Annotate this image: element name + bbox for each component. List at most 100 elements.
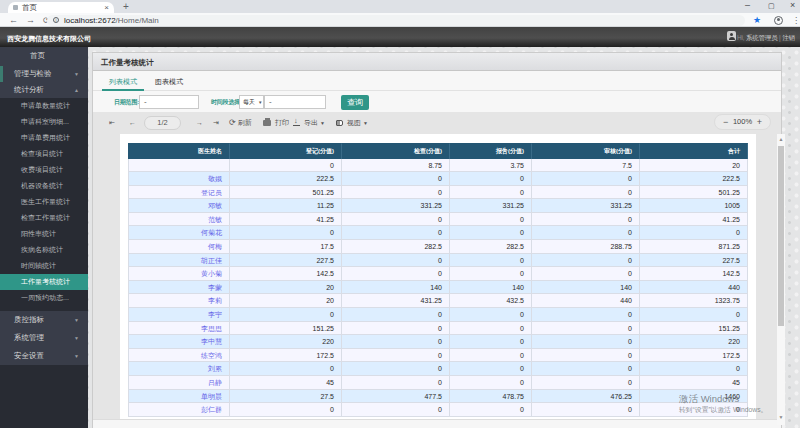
- table-row: 吕静4500045: [128, 376, 748, 390]
- tab-chart-mode[interactable]: 图表模式: [148, 72, 190, 91]
- table-cell: 0: [230, 362, 342, 376]
- browser-menu-icon[interactable]: ⋮: [792, 16, 800, 25]
- vertical-scrollbar[interactable]: ▲ ▼: [777, 134, 785, 425]
- doctor-name-link[interactable]: 吕静: [128, 376, 230, 390]
- doctor-name-link[interactable]: 登记员: [128, 186, 230, 200]
- doctor-name-link[interactable]: [128, 159, 230, 173]
- range-input[interactable]: -: [264, 95, 326, 109]
- doctor-name-link[interactable]: 李中慧: [128, 335, 230, 349]
- table-cell: 222.5: [640, 172, 748, 186]
- sidebar-item-5[interactable]: 申请单费用统计: [0, 130, 88, 146]
- next-page-button[interactable]: →: [196, 112, 203, 134]
- sidebar-item-0[interactable]: 首页: [0, 47, 88, 66]
- window-maximize-button[interactable]: ▢: [768, 2, 775, 10]
- zoom-in-button[interactable]: +: [757, 115, 762, 129]
- sidebar-item-15[interactable]: 一周预约动态...: [0, 290, 88, 306]
- accent-stripe: [0, 66, 3, 82]
- user-info[interactable]: Hi, 系统管理员 | 注销: [737, 34, 795, 43]
- sidebar-item-7[interactable]: 收费项目统计: [0, 162, 88, 178]
- sidebar-item-9[interactable]: 医生工作量统计: [0, 194, 88, 210]
- sidebar-item-11[interactable]: 阳性率统计: [0, 226, 88, 242]
- table-row: 胡正佳227.5000227.5: [128, 254, 748, 268]
- doctor-name-link[interactable]: 范敏: [128, 213, 230, 227]
- print-button[interactable]: 打印: [263, 112, 289, 134]
- table-cell: 0: [532, 335, 640, 349]
- chevron-up-icon: ▲: [74, 87, 79, 93]
- sidebar-item-13[interactable]: 时间轴统计: [0, 258, 88, 274]
- search-button[interactable]: 查询: [341, 95, 369, 110]
- period-select[interactable]: 每天▼: [239, 95, 264, 109]
- doctor-name-link[interactable]: 敬娥: [128, 172, 230, 186]
- table-row: 邓敏11.25331.25331.25331.251005: [128, 199, 748, 213]
- table-cell: 142.5: [640, 267, 748, 281]
- sidebar-item-12[interactable]: 疾病名称统计: [0, 242, 88, 258]
- doctor-name-link[interactable]: 李莉: [128, 294, 230, 308]
- sidebar-item-2[interactable]: 统计分析▲: [0, 82, 88, 98]
- view-button[interactable]: 视图 ▼: [336, 112, 368, 134]
- sidebar-item-17[interactable]: 系统管理▼: [0, 329, 88, 347]
- new-tab-button[interactable]: +: [123, 1, 129, 12]
- table-cell: 0: [342, 335, 450, 349]
- table-cell: 0: [532, 226, 640, 240]
- scrollbar-thumb[interactable]: [778, 146, 784, 326]
- zoom-control: − 100% +: [714, 114, 771, 130]
- profile-avatar-icon[interactable]: [774, 16, 783, 25]
- doctor-name-link[interactable]: 胡正佳: [128, 254, 230, 268]
- address-bar[interactable]: i localhost:2672/Home/Main: [47, 15, 745, 26]
- sidebar-item-8[interactable]: 机器设备统计: [0, 178, 88, 194]
- doctor-name-link[interactable]: 邓敏: [128, 199, 230, 213]
- sidebar-item-label: 管理与检验: [14, 69, 52, 79]
- doctor-name-link[interactable]: 何梅: [128, 240, 230, 254]
- browser-tab-title: 首页: [22, 3, 104, 13]
- table-row: 李蒙20140140140440: [128, 281, 748, 295]
- doctor-name-link[interactable]: 单明晨: [128, 390, 230, 404]
- table-cell: 1323.75: [640, 294, 748, 308]
- tab-list-mode[interactable]: 列表模式: [102, 72, 144, 91]
- prev-page-button[interactable]: ←: [129, 112, 136, 134]
- horizontal-scrollbar[interactable]: [93, 419, 781, 428]
- table-cell: 20: [230, 294, 342, 308]
- window-close-button[interactable]: ×: [790, 0, 795, 10]
- doctor-name-link[interactable]: 李蒙: [128, 281, 230, 295]
- table-row: 范敏41.2500041.25: [128, 213, 748, 227]
- table-cell: 0: [230, 403, 342, 417]
- table-cell: 288.75: [532, 240, 640, 254]
- sidebar-item-6[interactable]: 检查项目统计: [0, 146, 88, 162]
- table-cell: 7.5: [532, 159, 640, 173]
- table-row: 何梅17.5282.5282.5288.75871.25: [128, 240, 748, 254]
- scroll-up-icon[interactable]: ▲: [778, 136, 784, 143]
- doctor-name-link[interactable]: 李宇: [128, 308, 230, 322]
- scroll-down-icon[interactable]: ▼: [778, 414, 784, 421]
- tab-close-icon[interactable]: ×: [104, 5, 109, 11]
- refresh-button[interactable]: ⟳ 刷新: [229, 112, 252, 134]
- doctor-name-link[interactable]: 刘累: [128, 362, 230, 376]
- bookmark-star-icon[interactable]: ★: [753, 15, 761, 25]
- table-cell: 501.25: [230, 186, 342, 200]
- page-info-icon[interactable]: i: [53, 17, 59, 23]
- browser-tab[interactable]: 首页 ×: [8, 2, 114, 13]
- last-page-button[interactable]: ⇥: [213, 112, 219, 134]
- date-range-input[interactable]: -: [139, 95, 199, 109]
- windows-activation-watermark-line2: 转到“设置”以激活 Windows。: [679, 405, 767, 415]
- sidebar-item-1[interactable]: 管理与检验▼: [0, 66, 88, 82]
- doctor-name-link[interactable]: 彭仁群: [128, 403, 230, 417]
- first-page-button[interactable]: ⇤: [109, 112, 115, 134]
- zoom-out-button[interactable]: −: [723, 115, 728, 129]
- window-minimize-button[interactable]: –: [745, 0, 750, 10]
- doctor-name-link[interactable]: 练空鸿: [128, 349, 230, 363]
- sidebar-item-16[interactable]: 质控指标▼: [0, 311, 88, 329]
- table-cell: 0: [342, 186, 450, 200]
- sidebar-item-4[interactable]: 申请科室明细...: [0, 114, 88, 130]
- doctor-name-link[interactable]: 黄小菊: [128, 267, 230, 281]
- sidebar-item-18[interactable]: 安全设置▼: [0, 347, 88, 365]
- sidebar-item-label: 申请单费用统计: [21, 133, 70, 143]
- table-cell: 0: [450, 172, 532, 186]
- sidebar-item-10[interactable]: 检查工作量统计: [0, 210, 88, 226]
- back-button[interactable]: ←: [9, 16, 18, 25]
- forward-button[interactable]: →: [26, 16, 35, 25]
- doctor-name-link[interactable]: 何菊花: [128, 226, 230, 240]
- sidebar-item-3[interactable]: 申请单数量统计: [0, 98, 88, 114]
- doctor-name-link[interactable]: 李思思: [128, 322, 230, 336]
- sidebar-item-14[interactable]: 工作量考核统计: [0, 274, 88, 290]
- export-button[interactable]: ↓ 导出 ▼: [293, 112, 325, 134]
